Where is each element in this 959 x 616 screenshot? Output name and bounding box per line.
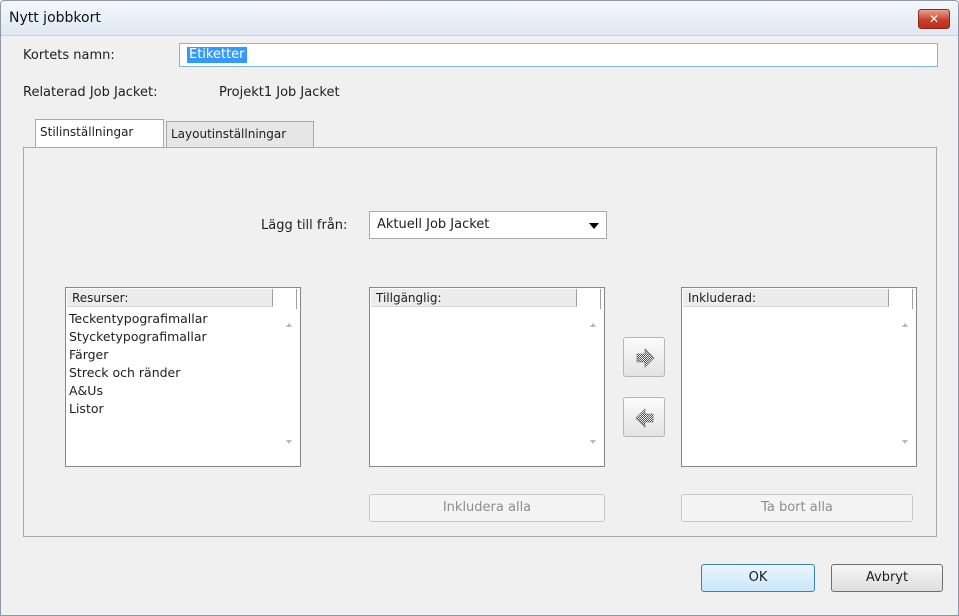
header-divider xyxy=(912,289,913,309)
scroll-down-icon[interactable] xyxy=(590,440,596,444)
tab-style-settings[interactable]: Stilinställningar xyxy=(35,119,164,147)
title-bar: Nytt jobbkort ✕ xyxy=(1,1,958,36)
available-header: Tillgänglig: xyxy=(371,289,577,307)
add-from-label: Lägg till från: xyxy=(261,218,348,233)
chevron-down-icon xyxy=(589,223,599,229)
close-icon: ✕ xyxy=(928,12,940,26)
list-item[interactable]: Stycketypografimallar xyxy=(69,328,208,346)
resources-header: Resurser: xyxy=(67,289,273,307)
left-arrow-icon xyxy=(635,408,654,428)
add-from-value: Aktuell Job Jacket xyxy=(377,217,490,232)
list-item[interactable]: Teckentypografimallar xyxy=(69,310,208,328)
window-title: Nytt jobbkort xyxy=(9,10,101,26)
right-arrow-icon xyxy=(636,348,655,368)
ok-button[interactable]: OK xyxy=(701,564,815,592)
related-label: Relaterad Job Jacket: xyxy=(23,85,158,100)
included-header: Inkluderad: xyxy=(683,289,889,307)
list-item[interactable]: A&Us xyxy=(69,382,208,400)
cancel-button[interactable]: Avbryt xyxy=(831,564,943,592)
scroll-down-icon[interactable] xyxy=(902,440,908,444)
close-button[interactable]: ✕ xyxy=(918,9,950,29)
related-value: Projekt1 Job Jacket xyxy=(219,85,340,100)
resources-list[interactable]: Resurser: Teckentypografimallar Styckety… xyxy=(65,287,301,467)
scroll-down-icon[interactable] xyxy=(286,440,292,444)
list-item[interactable]: Listor xyxy=(69,400,208,418)
remove-all-button[interactable]: Ta bort alla xyxy=(681,494,913,522)
include-all-button[interactable]: Inkludera alla xyxy=(369,494,605,522)
scroll-up-icon[interactable] xyxy=(286,323,292,327)
add-from-select[interactable]: Aktuell Job Jacket xyxy=(369,211,607,239)
card-name-input[interactable]: Etiketter xyxy=(179,43,938,67)
tab-style-settings-label: Stilinställningar xyxy=(40,125,134,139)
available-list[interactable]: Tillgänglig: xyxy=(369,287,605,467)
header-divider xyxy=(296,289,297,309)
add-button[interactable] xyxy=(623,337,665,377)
scroll-up-icon[interactable] xyxy=(590,323,596,327)
card-name-value: Etiketter xyxy=(187,47,247,63)
header-divider xyxy=(600,289,601,309)
list-item[interactable]: Färger xyxy=(69,346,208,364)
included-list[interactable]: Inkluderad: xyxy=(681,287,917,467)
scroll-up-icon[interactable] xyxy=(902,323,908,327)
tab-layout-settings[interactable]: Layoutinställningar xyxy=(166,121,314,147)
name-label: Kortets namn: xyxy=(23,48,115,63)
list-item[interactable]: Streck och ränder xyxy=(69,364,208,382)
remove-button[interactable] xyxy=(623,397,665,437)
resources-items: Teckentypografimallar Stycketypografimal… xyxy=(69,310,208,418)
new-job-ticket-dialog: Nytt jobbkort ✕ Kortets namn: Etiketter … xyxy=(0,0,959,616)
tab-layout-settings-label: Layoutinställningar xyxy=(171,127,287,141)
